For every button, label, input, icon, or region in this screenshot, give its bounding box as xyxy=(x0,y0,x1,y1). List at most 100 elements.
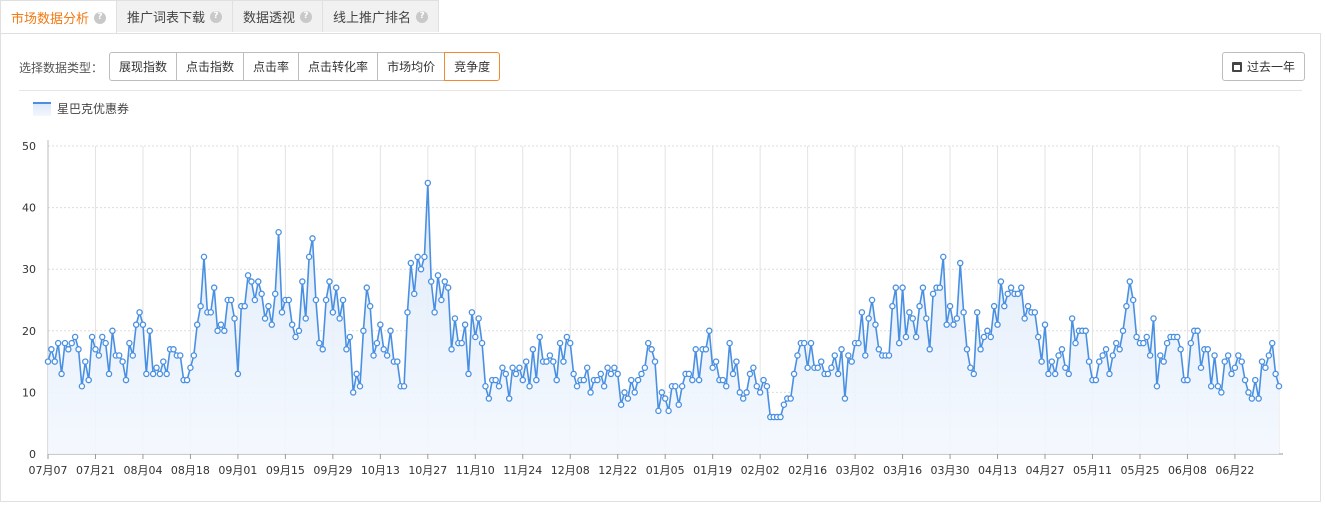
data-point xyxy=(451,315,459,322)
data-point xyxy=(207,309,215,316)
data-point xyxy=(573,382,581,390)
data-point xyxy=(831,352,839,359)
data-point xyxy=(244,272,252,279)
data-point xyxy=(1174,333,1181,341)
x-tick-label: 04月27 xyxy=(1026,464,1065,477)
data-point xyxy=(136,309,143,316)
data-point xyxy=(587,389,594,396)
data-point xyxy=(366,302,374,310)
data-point xyxy=(916,302,923,310)
data-point xyxy=(109,327,116,335)
data-point xyxy=(1248,395,1256,402)
data-point xyxy=(1096,358,1103,365)
data-point xyxy=(377,321,384,328)
data-point xyxy=(828,364,835,372)
data-point xyxy=(58,370,65,378)
data-point xyxy=(604,364,611,372)
data-point xyxy=(845,352,852,359)
y-tick-label: 0 xyxy=(29,448,36,461)
data-point xyxy=(977,346,984,353)
data-point xyxy=(814,364,822,372)
data-point xyxy=(234,370,242,378)
data-point xyxy=(146,327,153,335)
data-point xyxy=(95,352,103,359)
data-point xyxy=(1272,370,1279,378)
x-tick-label: 07月21 xyxy=(76,464,115,477)
option-competition[interactable]: 竞争度 xyxy=(444,52,501,81)
data-point xyxy=(1045,370,1052,378)
data-point xyxy=(360,327,367,335)
data-point xyxy=(553,376,560,384)
data-point xyxy=(533,376,540,384)
data-point xyxy=(349,389,357,396)
data-point xyxy=(1133,333,1140,341)
data-point xyxy=(1041,321,1049,328)
data-point xyxy=(292,333,299,341)
data-point xyxy=(970,370,978,378)
x-tick-label: 04月13 xyxy=(978,464,1017,477)
data-point xyxy=(1146,352,1154,359)
data-point xyxy=(946,302,954,310)
data-point xyxy=(1004,290,1011,298)
data-point xyxy=(563,333,571,341)
data-point xyxy=(817,358,825,365)
data-point xyxy=(787,395,794,402)
data-point xyxy=(929,290,937,298)
data-point xyxy=(763,382,771,390)
data-point xyxy=(1055,352,1062,359)
data-point xyxy=(943,321,950,328)
data-point xyxy=(1051,370,1059,378)
data-point xyxy=(231,315,238,322)
data-point xyxy=(936,284,944,291)
data-point xyxy=(1123,302,1130,310)
x-tick-label: 01月19 xyxy=(693,464,732,477)
data-point xyxy=(1184,376,1191,384)
data-point xyxy=(122,376,130,384)
data-point xyxy=(78,382,86,390)
data-point xyxy=(326,278,333,285)
data-point xyxy=(475,315,482,322)
data-point xyxy=(1204,346,1212,353)
data-point xyxy=(54,339,62,347)
data-point xyxy=(1214,382,1222,390)
data-point xyxy=(44,358,52,365)
data-point xyxy=(424,179,432,187)
data-point xyxy=(227,296,235,304)
data-point xyxy=(919,284,927,291)
data-point xyxy=(380,346,387,353)
data-point xyxy=(1072,339,1079,347)
data-point xyxy=(519,376,527,384)
data-point xyxy=(655,407,662,415)
data-point xyxy=(339,296,347,304)
data-point xyxy=(1275,382,1283,390)
data-point xyxy=(1150,315,1157,322)
data-point xyxy=(1092,376,1100,384)
data-point xyxy=(1034,333,1042,341)
data-point xyxy=(316,339,323,347)
data-point xyxy=(926,346,933,353)
data-point xyxy=(950,321,957,328)
data-point xyxy=(648,346,655,353)
data-point xyxy=(746,370,754,378)
data-point xyxy=(838,346,845,353)
data-point xyxy=(99,333,106,341)
data-point xyxy=(1207,382,1215,390)
data-point xyxy=(729,370,737,378)
data-point xyxy=(187,364,194,372)
data-point xyxy=(278,309,286,316)
data-point xyxy=(285,296,293,304)
data-point xyxy=(1218,389,1225,396)
data-point xyxy=(68,339,75,347)
data-point xyxy=(902,333,910,341)
data-point xyxy=(1082,327,1089,335)
data-point xyxy=(756,389,764,396)
x-tick-label: 08月04 xyxy=(123,464,162,477)
data-point xyxy=(621,389,628,396)
data-point xyxy=(356,382,364,390)
data-point xyxy=(387,327,394,335)
data-point xyxy=(994,321,1001,328)
data-point xyxy=(431,309,438,316)
data-point xyxy=(1153,382,1161,390)
data-point xyxy=(139,321,147,328)
data-point xyxy=(1109,352,1117,359)
